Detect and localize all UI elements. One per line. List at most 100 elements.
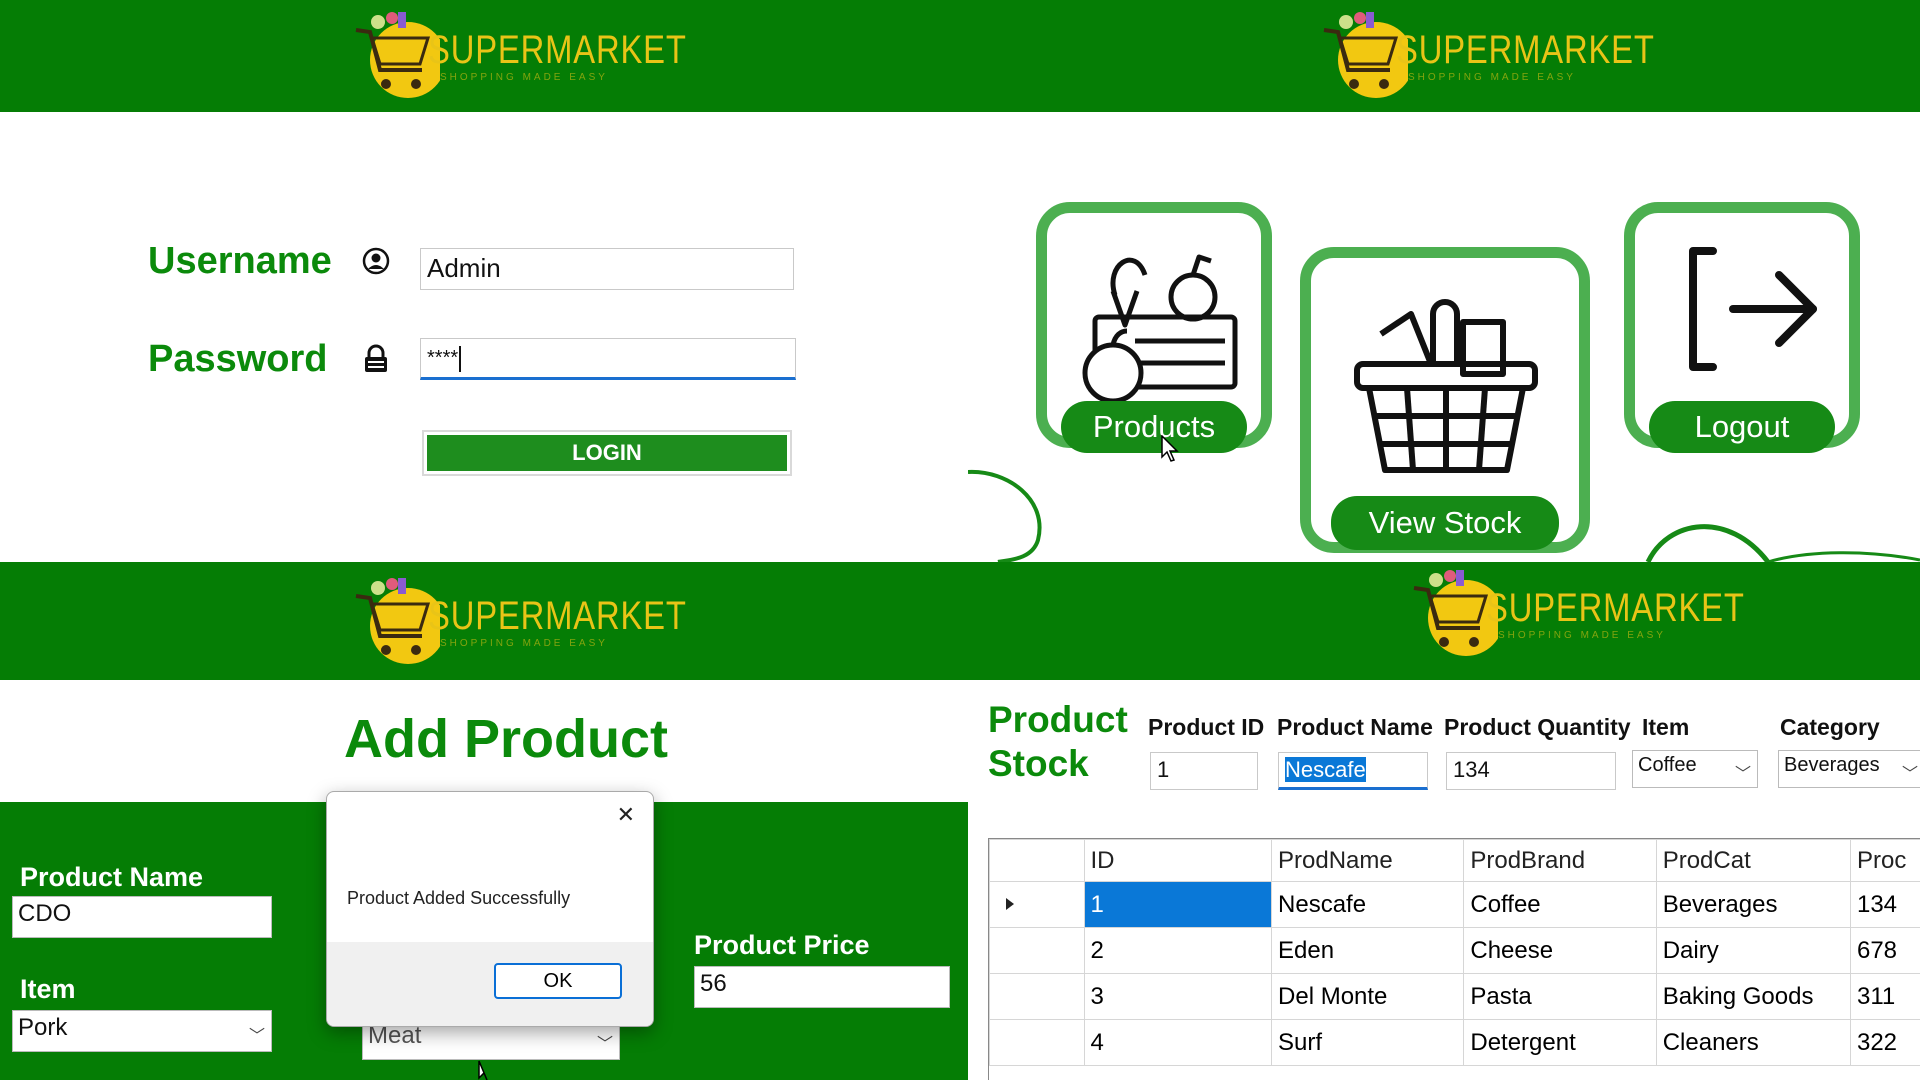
row-header-corner xyxy=(989,839,1085,882)
table-cell[interactable]: Coffee xyxy=(1463,881,1657,928)
chevron-down-icon: ﹀ xyxy=(1734,766,1751,783)
stock-table[interactable]: ID ProdName ProdBrand ProdCat Proc 1 Nes… xyxy=(988,838,1920,1080)
category-label: Category xyxy=(1780,714,1880,740)
column-header[interactable]: ProdCat xyxy=(1655,839,1851,882)
table-cell[interactable]: Beverages xyxy=(1655,881,1851,928)
logo-brand: SUPERMARKET xyxy=(1396,28,1655,72)
table-cell[interactable]: 678 xyxy=(1849,927,1920,974)
item-select-value: Pork xyxy=(18,1014,68,1041)
logo-brand: SUPERMARKET xyxy=(428,594,687,638)
header-banner: SUPERMARKET SHOPPING MADE EASY xyxy=(968,0,1920,112)
logo-tagline: SHOPPING MADE EASY xyxy=(440,72,608,83)
mouse-cursor-icon xyxy=(478,1060,488,1080)
logout-button[interactable]: Logout xyxy=(1649,401,1835,453)
product-name-label: Product Name xyxy=(20,862,204,892)
row-selector[interactable] xyxy=(989,1019,1085,1066)
product-name-input[interactable]: CDO xyxy=(12,896,272,938)
header-banner: SUPERMARKET SHOPPING MADE EASY xyxy=(968,562,1920,680)
table-row[interactable]: 1 Nescafe Coffee Beverages 134 xyxy=(989,881,1920,928)
logo-tagline: SHOPPING MADE EASY xyxy=(440,638,608,649)
dialog-message: Product Added Successfully xyxy=(347,888,571,908)
close-icon[interactable]: ✕ xyxy=(617,802,635,828)
table-cell[interactable]: Cheese xyxy=(1463,927,1657,974)
login-button[interactable]: LOGIN xyxy=(422,430,792,476)
product-quantity-input[interactable]: 134 xyxy=(1446,752,1616,790)
dialog-footer: OK xyxy=(327,942,653,1026)
password-value: **** xyxy=(427,347,459,369)
table-row[interactable]: 2 Eden Cheese Dairy 678 xyxy=(989,927,1920,974)
row-selector[interactable] xyxy=(989,973,1085,1020)
logout-icon xyxy=(1689,247,1817,371)
table-cell[interactable]: Detergent xyxy=(1463,1019,1657,1066)
item-label: Item xyxy=(1642,714,1690,740)
supermarket-logo: SUPERMARKET SHOPPING MADE EASY xyxy=(350,8,686,100)
table-cell[interactable]: 311 xyxy=(1849,973,1920,1020)
table-cell[interactable]: 134 xyxy=(1849,881,1920,928)
produce-crate-icon xyxy=(1082,254,1238,404)
column-header[interactable]: ProdBrand xyxy=(1463,839,1657,882)
product-id-input[interactable]: 1 xyxy=(1150,752,1258,790)
column-header[interactable]: ProdName xyxy=(1271,839,1465,882)
products-button[interactable]: Products xyxy=(1061,401,1247,453)
page-title-line1: Product xyxy=(988,699,1128,740)
logo-tagline: SHOPPING MADE EASY xyxy=(1408,72,1576,83)
table-cell[interactable]: Dairy xyxy=(1655,927,1851,974)
column-header[interactable]: Proc xyxy=(1849,839,1920,882)
table-cell[interactable]: Del Monte xyxy=(1271,973,1465,1020)
user-icon xyxy=(362,247,390,275)
page-title: Add Product xyxy=(344,709,668,769)
chevron-down-icon: ﹀ xyxy=(596,1036,613,1053)
mouse-cursor-icon xyxy=(1161,435,1179,462)
column-header[interactable]: ID xyxy=(1083,839,1273,882)
table-cell[interactable]: 1 xyxy=(1083,881,1273,928)
product-name-label: Product Name xyxy=(1277,714,1433,740)
product-price-input[interactable]: 56 xyxy=(694,966,950,1008)
message-dialog: ✕ Product Added Successfully OK xyxy=(326,791,654,1027)
product-price-label: Product Price xyxy=(694,930,870,960)
table-cell[interactable]: Cleaners xyxy=(1655,1019,1851,1066)
username-label: Username xyxy=(148,240,332,282)
product-quantity-label: Product Quantity xyxy=(1444,714,1631,740)
logout-tile[interactable]: Logout xyxy=(1624,202,1860,453)
products-tile[interactable]: Products xyxy=(1036,202,1272,453)
table-cell[interactable]: Pasta xyxy=(1463,973,1657,1020)
row-selector[interactable] xyxy=(989,881,1085,928)
logo-brand: SUPERMARKET xyxy=(428,28,687,72)
password-input[interactable]: **** xyxy=(420,338,796,380)
table-row[interactable]: 3 Del Monte Pasta Baking Goods 311 xyxy=(989,973,1920,1020)
item-label: Item xyxy=(20,974,76,1004)
row-selector[interactable] xyxy=(989,927,1085,974)
login-button-label: LOGIN xyxy=(427,435,787,471)
supermarket-logo: SUPERMARKET SHOPPING MADE EASY xyxy=(350,574,686,666)
view-stock-tile[interactable]: View Stock xyxy=(1300,247,1590,553)
add-product-screen: SUPERMARKET SHOPPING MADE EASY Add Produ… xyxy=(0,562,968,1080)
ok-button[interactable]: OK xyxy=(494,963,622,999)
table-cell[interactable]: 2 xyxy=(1083,927,1273,974)
shopping-basket-icon xyxy=(1354,299,1538,473)
table-header-row: ID ProdName ProdBrand ProdCat Proc xyxy=(989,839,1920,882)
table-row[interactable]: 4 Surf Detergent Cleaners 322 xyxy=(989,1019,1920,1066)
category-select[interactable]: Beverages ﹀ xyxy=(1778,750,1920,788)
item-select[interactable]: Coffee ﹀ xyxy=(1632,750,1758,788)
lock-icon xyxy=(365,344,387,372)
chevron-down-icon: ﹀ xyxy=(248,1028,265,1045)
table-cell[interactable]: Surf xyxy=(1271,1019,1465,1066)
table-cell[interactable]: 4 xyxy=(1083,1019,1273,1066)
table-cell[interactable]: 322 xyxy=(1849,1019,1920,1066)
product-id-label: Product ID xyxy=(1148,714,1265,740)
table-cell[interactable]: 3 xyxy=(1083,973,1273,1020)
main-menu-screen: SUPERMARKET SHOPPING MADE EASY Products xyxy=(968,0,1920,562)
product-name-input[interactable]: Nescafe xyxy=(1278,752,1428,790)
logo-tagline: SHOPPING MADE EASY xyxy=(1498,630,1666,641)
table-cell[interactable]: Nescafe xyxy=(1271,881,1465,928)
item-select[interactable]: Pork ﹀ xyxy=(12,1010,272,1052)
header-banner: SUPERMARKET SHOPPING MADE EASY xyxy=(0,562,968,680)
table-cell[interactable]: Baking Goods xyxy=(1655,973,1851,1020)
category-select-value: Beverages xyxy=(1784,754,1880,776)
page-title: Product Stock xyxy=(988,698,1128,786)
login-screen: SUPERMARKET SHOPPING MADE EASY Username … xyxy=(0,0,968,562)
table-cell[interactable]: Eden xyxy=(1271,927,1465,974)
username-input[interactable]: Admin xyxy=(420,248,794,290)
product-stock-screen: SUPERMARKET SHOPPING MADE EASY Product St… xyxy=(968,562,1920,1080)
view-stock-button[interactable]: View Stock xyxy=(1331,496,1559,550)
